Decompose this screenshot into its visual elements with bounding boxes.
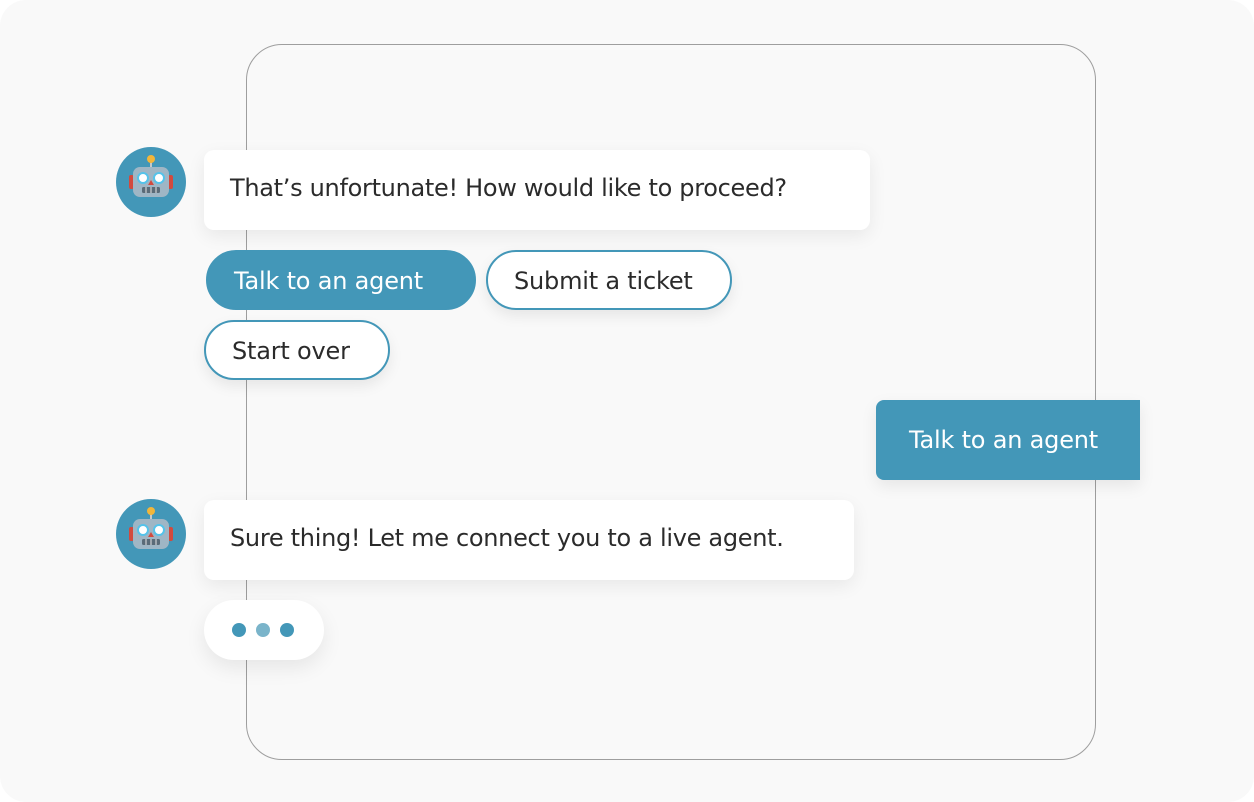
quick-reply-submit-ticket[interactable]: Submit a ticket [486,250,732,310]
user-message-1: Talk to an agent [876,400,1140,480]
quick-reply-start-over[interactable]: Start over [204,320,390,380]
quick-reply-talk-to-agent[interactable]: Talk to an agent [206,250,476,310]
bot-message-2: Sure thing! Let me connect you to a live… [204,500,854,580]
typing-dots-icon [280,623,294,637]
robot-icon [129,155,173,197]
bot-message-1: That’s unfortunate! How would like to pr… [204,150,870,230]
typing-dots-icon [256,623,270,637]
typing-dots-icon [232,623,246,637]
robot-icon [129,507,173,549]
chat-canvas: That’s unfortunate! How would like to pr… [0,0,1254,802]
bot-avatar [116,499,186,569]
bot-avatar [116,147,186,217]
typing-indicator [204,600,324,660]
